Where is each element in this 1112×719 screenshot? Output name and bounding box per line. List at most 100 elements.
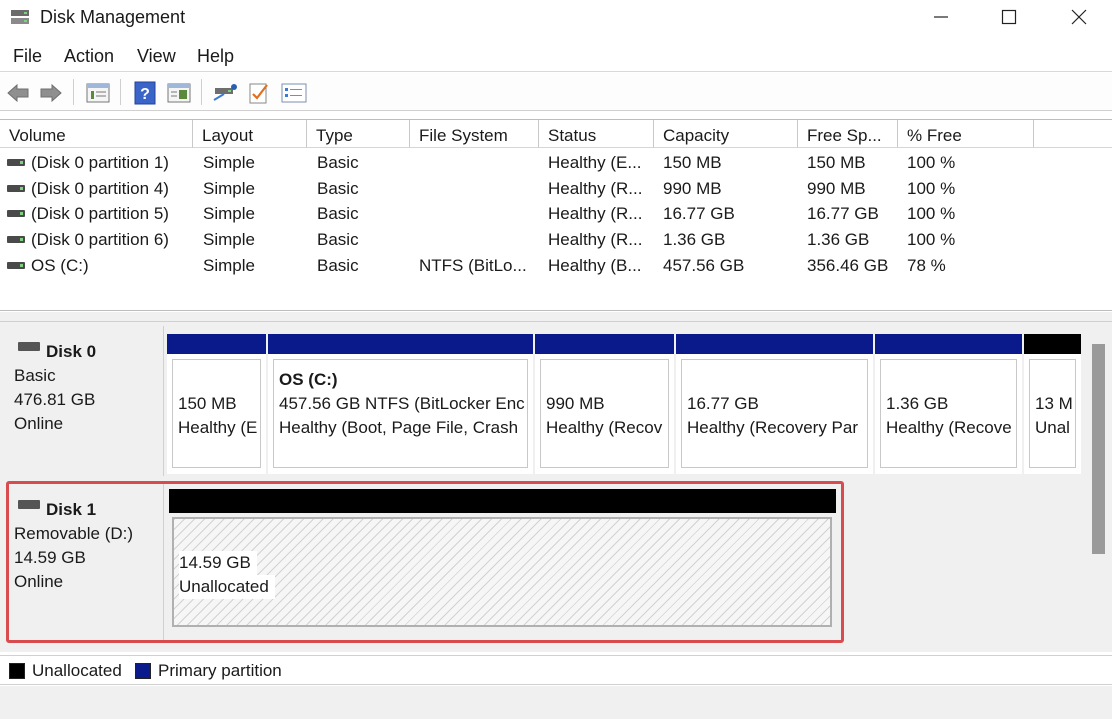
cell-layout: Simple xyxy=(203,256,255,275)
partition-title: OS (C:) xyxy=(279,370,338,389)
partition-disk0-6[interactable]: 1.36 GB Healthy (Recove xyxy=(875,334,1022,474)
maximize-icon xyxy=(1001,9,1017,25)
check-icon xyxy=(249,83,268,104)
menu-file[interactable]: File xyxy=(13,46,42,67)
partition-disk0-os[interactable]: OS (C:) 457.56 GB NTFS (BitLocker Enc He… xyxy=(268,334,533,474)
partition-disk0-5[interactable]: 16.77 GB Healthy (Recovery Par xyxy=(676,334,873,474)
column-header-empty xyxy=(1034,120,1112,148)
disk-type: Removable (D:) xyxy=(14,524,134,543)
title-bar: Disk Management xyxy=(0,0,1112,36)
column-header-free-space[interactable]: Free Sp... xyxy=(798,120,898,148)
cell-type: Basic xyxy=(317,256,359,275)
primary-partition-bar xyxy=(676,334,873,354)
partition-status: Healthy (E xyxy=(178,418,258,437)
column-header-file-system[interactable]: File System xyxy=(410,120,539,148)
table-row[interactable]: (Disk 0 partition 4) Simple Basic Health… xyxy=(0,177,1112,202)
partition-disk1-unallocated[interactable]: 14.59 GB Unallocated xyxy=(172,517,832,627)
disk-management-icon xyxy=(11,10,29,24)
column-header-capacity[interactable]: Capacity xyxy=(654,120,798,148)
partition-disk0-unallocated[interactable]: 13 M Unal xyxy=(1024,334,1081,474)
volume-icon xyxy=(7,210,25,217)
list-button[interactable] xyxy=(281,80,307,106)
partition-status: Unal xyxy=(1035,418,1070,437)
view-button[interactable] xyxy=(166,80,192,106)
cell-free-space: 150 MB xyxy=(807,153,866,172)
cell-percent-free: 100 % xyxy=(907,153,956,172)
close-button[interactable] xyxy=(1044,0,1112,34)
back-icon xyxy=(7,83,29,103)
primary-partition-bar xyxy=(167,334,266,354)
legend-swatch-primary xyxy=(135,663,151,679)
cell-layout: Simple xyxy=(203,179,255,198)
maximize-button[interactable] xyxy=(974,0,1044,34)
partition-size: 457.56 GB NTFS (BitLocker Enc xyxy=(279,394,525,413)
back-button[interactable] xyxy=(5,80,31,106)
cell-capacity: 16.77 GB xyxy=(663,204,735,223)
table-row[interactable]: (Disk 0 partition 5) Simple Basic Health… xyxy=(0,202,1112,227)
cell-layout: Simple xyxy=(203,204,255,223)
partition-body: 150 MB Healthy (E xyxy=(172,359,261,468)
partition-disk0-1[interactable]: 150 MB Healthy (E xyxy=(167,334,266,474)
cell-file-system: NTFS (BitLo... xyxy=(419,256,527,275)
partition-disk0-4[interactable]: 990 MB Healthy (Recov xyxy=(535,334,674,474)
partition-body: OS (C:) 457.56 GB NTFS (BitLocker Enc He… xyxy=(273,359,528,468)
partition-size: 13 M xyxy=(1035,394,1073,413)
disk-0-label[interactable]: Disk 0 Basic 476.81 GB Online xyxy=(6,326,164,476)
disk-type: Basic xyxy=(14,366,56,385)
properties-list-button[interactable] xyxy=(85,80,111,106)
table-row[interactable]: OS (C:) Simple Basic NTFS (BitLo... Heal… xyxy=(0,254,1112,279)
cell-capacity: 1.36 GB xyxy=(663,230,726,249)
disk-1-label[interactable]: Disk 1 Removable (D:) 14.59 GB Online xyxy=(6,484,164,640)
table-row[interactable]: (Disk 0 partition 6) Simple Basic Health… xyxy=(0,228,1112,253)
toolbar: ? xyxy=(0,73,1112,111)
partition-body: 1.36 GB Healthy (Recove xyxy=(880,359,1017,468)
column-header-percent-free[interactable]: % Free xyxy=(898,120,1034,148)
minimize-button[interactable] xyxy=(906,0,976,34)
primary-partition-bar xyxy=(535,334,674,354)
cell-status: Healthy (B... xyxy=(548,256,642,275)
scrollbar-thumb[interactable] xyxy=(1092,344,1105,554)
cell-volume: (Disk 0 partition 1) xyxy=(31,153,169,172)
unallocated-bar xyxy=(1024,334,1081,354)
cell-type: Basic xyxy=(317,204,359,223)
partition-status: Unallocated xyxy=(179,575,275,599)
cell-free-space: 356.46 GB xyxy=(807,256,889,275)
menu-view[interactable]: View xyxy=(137,46,176,67)
connect-button[interactable] xyxy=(212,80,238,106)
vertical-scrollbar[interactable] xyxy=(1090,322,1110,652)
disk-status: Online xyxy=(14,572,64,591)
table-row[interactable]: (Disk 0 partition 1) Simple Basic Health… xyxy=(0,151,1112,176)
partition-body: 990 MB Healthy (Recov xyxy=(540,359,669,468)
check-button[interactable] xyxy=(246,80,272,106)
cell-free-space: 16.77 GB xyxy=(807,204,879,223)
legend-label-unallocated: Unallocated xyxy=(32,661,122,680)
partition-size: 16.77 GB xyxy=(687,394,759,413)
column-header-type[interactable]: Type xyxy=(307,120,410,148)
cell-capacity: 457.56 GB xyxy=(663,256,745,275)
cell-status: Healthy (E... xyxy=(548,153,642,172)
column-header-volume[interactable]: Volume xyxy=(0,120,193,148)
forward-button[interactable] xyxy=(38,80,64,106)
menu-help[interactable]: Help xyxy=(197,46,234,67)
toolbar-separator xyxy=(120,79,121,105)
disk-name: Disk 0 xyxy=(46,342,97,361)
menu-action[interactable]: Action xyxy=(64,46,114,67)
toolbar-separator xyxy=(201,79,202,105)
primary-partition-bar xyxy=(875,334,1022,354)
cell-percent-free: 100 % xyxy=(907,204,956,223)
cell-free-space: 1.36 GB xyxy=(807,230,870,249)
help-button[interactable]: ? xyxy=(132,80,158,106)
pane-splitter[interactable] xyxy=(0,312,1112,322)
volume-icon xyxy=(7,236,25,243)
cell-volume: (Disk 0 partition 6) xyxy=(31,230,169,249)
partition-status: Healthy (Boot, Page File, Crash xyxy=(279,418,519,437)
cell-type: Basic xyxy=(317,153,359,172)
volume-list[interactable]: Volume Layout Type File System Status Ca… xyxy=(0,119,1112,311)
legend: Unallocated Primary partition xyxy=(0,655,1112,685)
column-header-status[interactable]: Status xyxy=(539,120,654,148)
minimize-icon xyxy=(934,16,948,18)
volume-icon xyxy=(7,185,25,192)
cell-type: Basic xyxy=(317,179,359,198)
connect-icon xyxy=(213,84,237,101)
column-header-layout[interactable]: Layout xyxy=(193,120,307,148)
